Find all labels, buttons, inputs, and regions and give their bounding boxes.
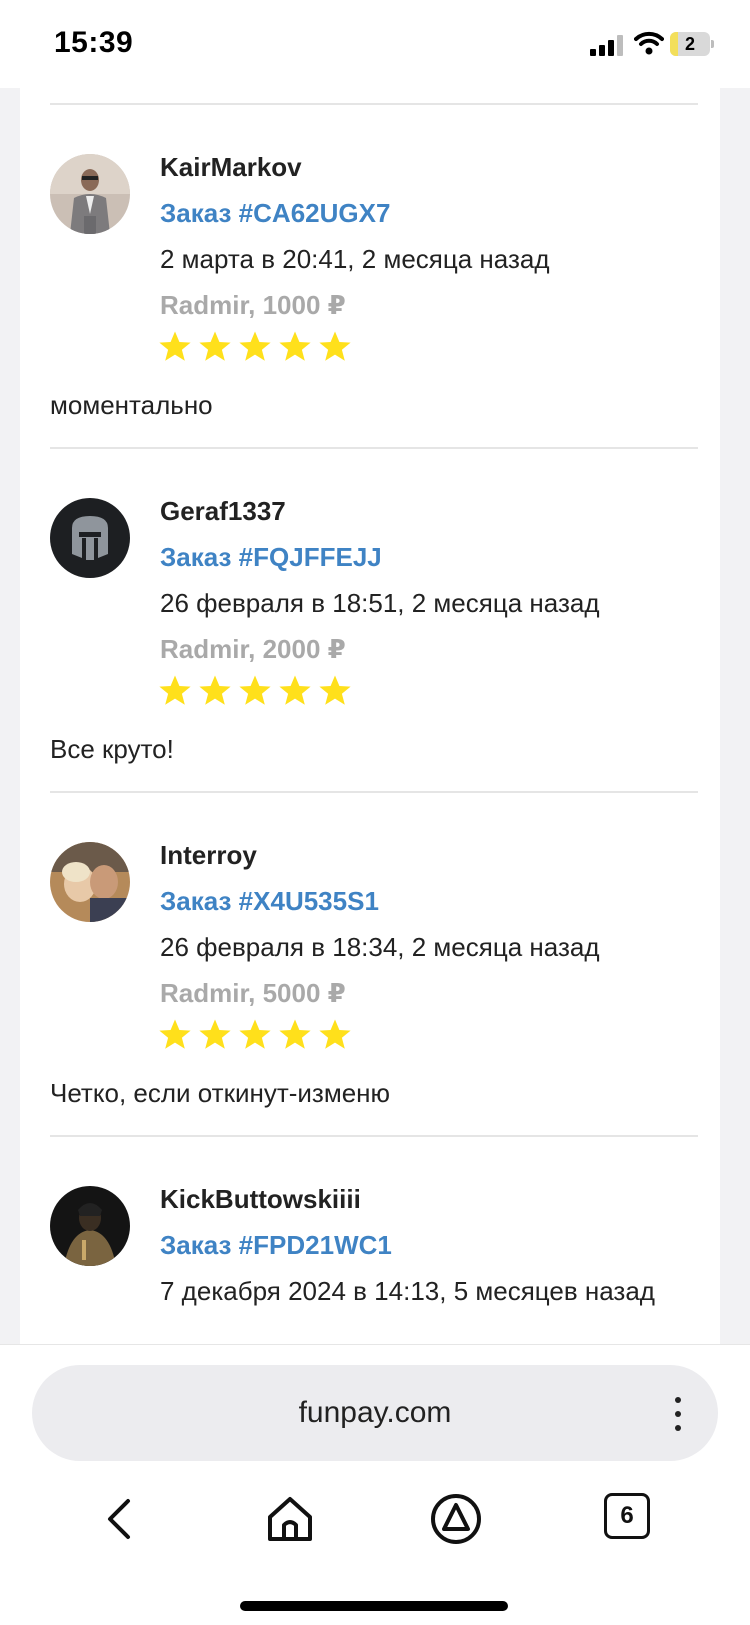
seller-amount: Radmir, 2000 ₽ — [160, 634, 346, 664]
star-icon — [279, 1019, 311, 1049]
star-icon — [199, 675, 231, 705]
review-date: 26 февраля в 18:34, 2 месяца назад — [160, 932, 600, 962]
back-arrow-icon[interactable] — [96, 1493, 148, 1545]
wifi-icon — [634, 31, 664, 55]
seller-amount: Radmir, 1000 ₽ — [160, 290, 346, 320]
star-icon — [239, 331, 271, 361]
username[interactable]: Interroy — [160, 840, 257, 871]
star-icon — [199, 331, 231, 361]
battery-level: 2 — [684, 34, 695, 54]
more-menu-icon[interactable] — [672, 1397, 682, 1431]
cellular-signal-icon — [590, 34, 624, 56]
review-text: Все круто! — [50, 734, 174, 764]
order-link[interactable]: Заказ #FQJFFEJJ — [160, 542, 382, 573]
reviews-list[interactable]: KairMarkov Заказ #CA62UGX7 2 марта в 20:… — [20, 88, 720, 1344]
url-text[interactable]: funpay.com — [32, 1365, 718, 1461]
review-text: моментально — [50, 390, 213, 420]
star-icon — [279, 331, 311, 361]
status-time: 15:39 — [54, 26, 134, 59]
home-indicator — [240, 1601, 508, 1611]
username[interactable]: KickButtowskiiii — [160, 1184, 361, 1215]
rating-stars — [158, 1018, 358, 1058]
rating-stars — [158, 330, 358, 370]
home-icon[interactable] — [264, 1493, 316, 1545]
order-link[interactable]: Заказ #X4U535S1 — [160, 886, 379, 917]
username[interactable]: KairMarkov — [160, 152, 302, 183]
star-icon — [319, 331, 351, 361]
star-icon — [199, 1019, 231, 1049]
order-link[interactable]: Заказ #CA62UGX7 — [160, 198, 390, 229]
status-bar: 15:39 2 — [0, 0, 750, 88]
username[interactable]: Geraf1337 — [160, 496, 286, 527]
avatar[interactable] — [50, 154, 130, 234]
avatar[interactable] — [50, 842, 130, 922]
star-icon — [159, 675, 191, 705]
star-icon — [239, 675, 271, 705]
address-bar[interactable]: funpay.com — [32, 1365, 718, 1461]
tab-count[interactable]: 6 — [604, 1493, 650, 1539]
star-icon — [319, 1019, 351, 1049]
order-link[interactable]: Заказ #FPD21WC1 — [160, 1230, 392, 1261]
avatar[interactable] — [50, 1186, 130, 1266]
review-date: 7 декабря 2024 в 14:13, 5 месяцев назад — [160, 1276, 655, 1306]
avatar[interactable] — [50, 498, 130, 578]
star-icon — [159, 331, 191, 361]
review-item: Interroy Заказ #X4U535S1 26 февраля в 18… — [20, 792, 720, 1136]
seller-amount: Radmir, 5000 ₽ — [160, 978, 346, 1008]
browser-toolbar: funpay.com 6 — [0, 1344, 750, 1625]
star-icon — [239, 1019, 271, 1049]
review-item: KickButtowskiiii Заказ #FPD21WC1 7 декаб… — [20, 1136, 720, 1344]
star-icon — [319, 675, 351, 705]
spartan-helmet-icon — [50, 498, 130, 578]
review-item: KairMarkov Заказ #CA62UGX7 2 марта в 20:… — [20, 104, 720, 448]
alice-assistant-icon[interactable] — [430, 1493, 482, 1545]
review-date: 26 февраля в 18:51, 2 месяца назад — [160, 588, 600, 618]
review-item: Geraf1337 Заказ #FQJFFEJJ 26 февраля в 1… — [20, 448, 720, 792]
battery-icon: 2 — [670, 32, 714, 56]
review-text: Четко, если откинут-изменю — [50, 1078, 391, 1108]
review-date: 2 марта в 20:41, 2 месяца назад — [160, 244, 550, 274]
tabs-icon[interactable]: 6 — [604, 1493, 656, 1545]
star-icon — [279, 675, 311, 705]
rating-stars — [158, 674, 358, 714]
star-icon — [159, 1019, 191, 1049]
